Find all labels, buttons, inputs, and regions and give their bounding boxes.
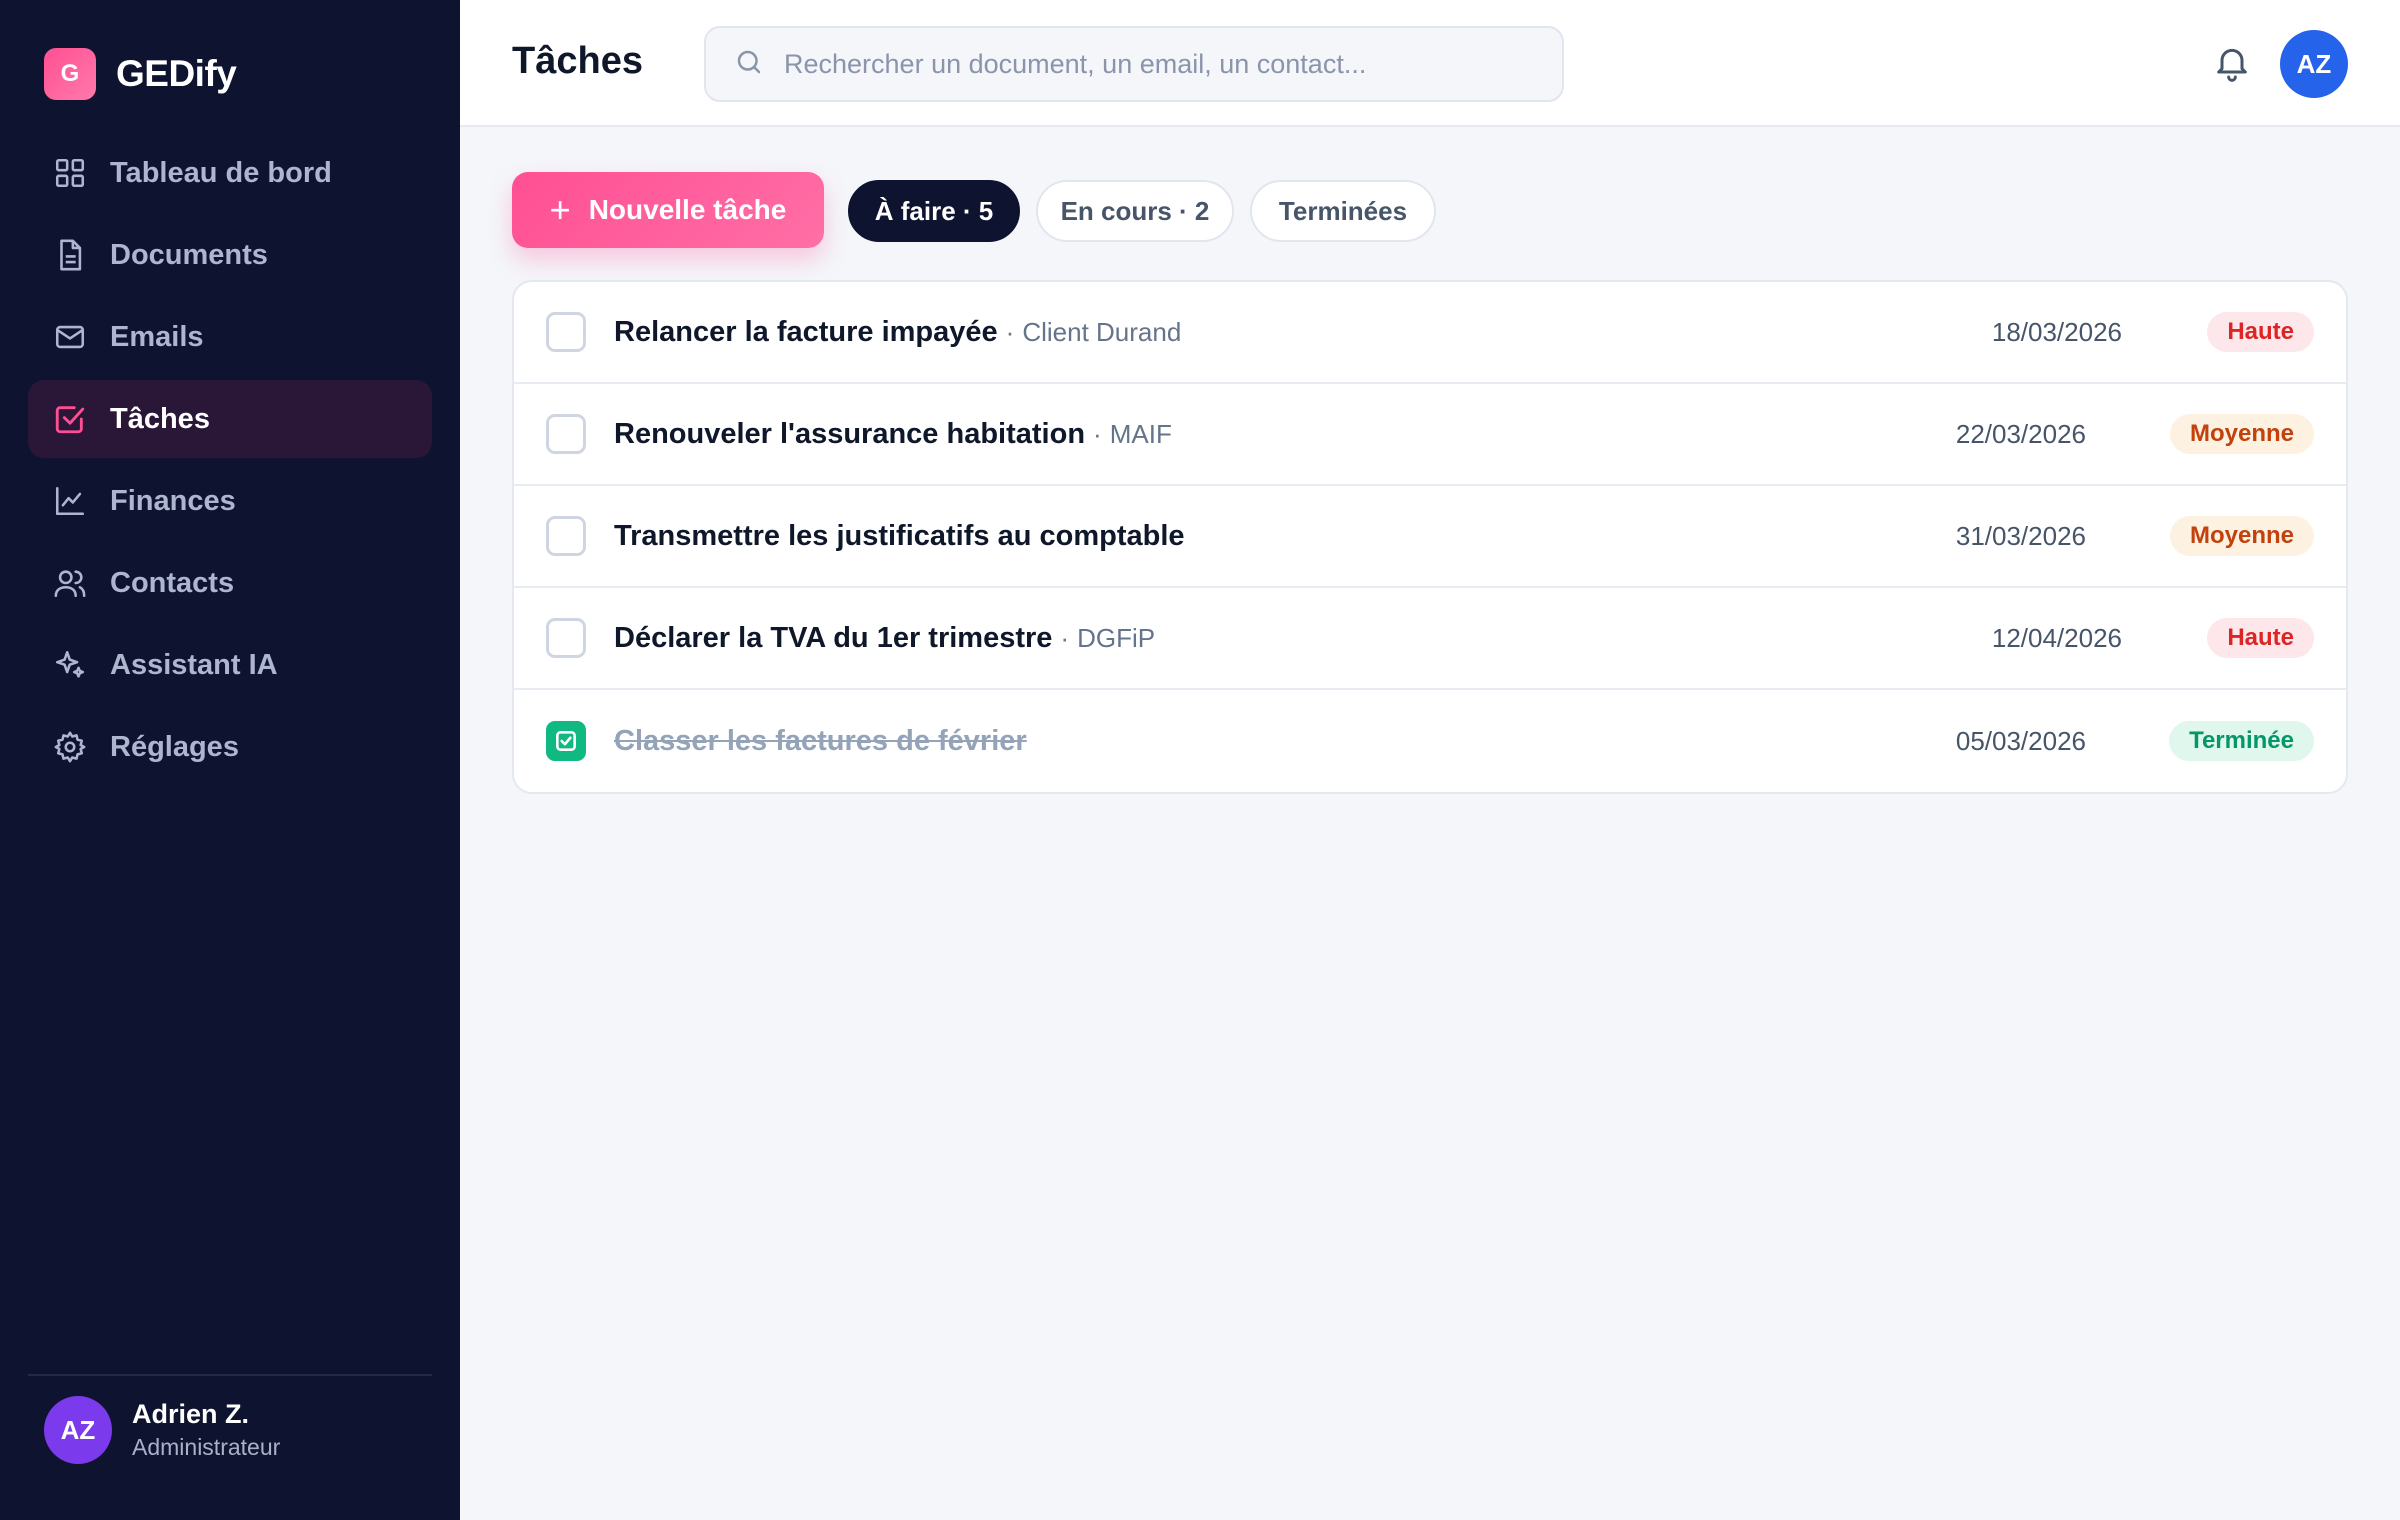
brand-name: GEDify bbox=[116, 53, 237, 94]
sidebar: G GEDify Tableau de bord Documents Email… bbox=[0, 0, 460, 1520]
task-separator: · bbox=[1093, 418, 1102, 449]
sidebar-item-contacts[interactable]: Contacts bbox=[28, 544, 432, 622]
page-title: Tâches bbox=[512, 40, 643, 82]
task-title: Déclarer la TVA du 1er trimestre bbox=[614, 621, 1053, 654]
user-name: Adrien Z. bbox=[132, 1399, 250, 1429]
task-list: Relancer la facture impayée · Client Dur… bbox=[512, 280, 2348, 794]
sidebar-item-reglages[interactable]: Réglages bbox=[28, 708, 432, 786]
task-check-icon bbox=[52, 401, 88, 437]
search-bar[interactable] bbox=[704, 26, 1564, 102]
gear-icon bbox=[52, 729, 88, 765]
task-title: Relancer la facture impayée bbox=[614, 315, 998, 348]
priority-badge: Moyenne bbox=[2169, 516, 2314, 556]
task-title: Renouveler l'assurance habitation bbox=[614, 417, 1086, 450]
task-contact: DGFiP bbox=[1077, 622, 1156, 653]
task-separator: · bbox=[1060, 622, 1070, 653]
task-row[interactable]: Renouveler l'assurance habitation · MAIF… bbox=[514, 384, 2346, 486]
sidebar-item-dashboard[interactable]: Tableau de bord bbox=[28, 134, 432, 212]
sidebar-item-emails[interactable]: Emails bbox=[28, 298, 432, 376]
task-checkbox[interactable] bbox=[546, 618, 586, 658]
search-icon bbox=[734, 47, 764, 82]
task-checkbox[interactable] bbox=[546, 414, 586, 454]
plus-icon: + bbox=[549, 189, 571, 230]
sidebar-item-label: Documents bbox=[110, 238, 268, 271]
sidebar-item-label: Réglages bbox=[110, 730, 239, 763]
users-icon bbox=[52, 565, 88, 601]
priority-badge: Moyenne bbox=[2169, 414, 2314, 454]
sidebar-item-label: Tableau de bord bbox=[110, 156, 332, 189]
task-separator: · bbox=[1005, 316, 1015, 347]
chart-line-icon bbox=[52, 483, 88, 519]
task-row[interactable]: Transmettre les justificatifs au comptab… bbox=[514, 486, 2346, 588]
status-badge: Terminée bbox=[2169, 721, 2314, 761]
sidebar-item-label: Emails bbox=[110, 320, 204, 353]
new-task-label: Nouvelle tâche bbox=[588, 194, 787, 225]
sidebar-item-taches[interactable]: Tâches bbox=[28, 380, 432, 458]
brand[interactable]: G GEDify bbox=[44, 48, 237, 100]
sparkles-icon bbox=[52, 647, 88, 683]
priority-badge: Haute bbox=[2207, 312, 2314, 352]
sidebar-item-assistant-ia[interactable]: Assistant IA bbox=[28, 626, 432, 704]
bell-icon[interactable] bbox=[2212, 40, 2252, 84]
sidebar-item-documents[interactable]: Documents bbox=[28, 216, 432, 294]
task-due-date: 31/03/2026 bbox=[1955, 520, 2086, 551]
task-row[interactable]: Relancer la facture impayée · Client Dur… bbox=[514, 282, 2346, 384]
task-title: Classer les factures de février bbox=[614, 724, 1027, 757]
user-card[interactable]: AZ Adrien Z. Administrateur bbox=[44, 1396, 280, 1464]
task-text: Relancer la facture impayée · Client Dur… bbox=[614, 316, 1181, 349]
task-text: Transmettre les justificatifs au comptab… bbox=[614, 520, 1185, 553]
search-input[interactable] bbox=[784, 48, 1544, 80]
filter-terminees[interactable]: Terminées bbox=[1250, 180, 1436, 242]
dashboard-grid-icon bbox=[52, 155, 88, 191]
task-due-date: 12/04/2026 bbox=[1991, 622, 2122, 653]
task-due-date: 18/03/2026 bbox=[1991, 316, 2122, 347]
sidebar-item-label: Contacts bbox=[110, 566, 235, 599]
top-header: Tâches AZ bbox=[460, 0, 2400, 127]
filter-a-faire[interactable]: À faire · 5 bbox=[848, 180, 1020, 242]
check-icon bbox=[556, 731, 576, 751]
user-role: Administrateur bbox=[132, 1434, 281, 1460]
task-text: Déclarer la TVA du 1er trimestre · DGFiP bbox=[614, 622, 1155, 655]
document-icon bbox=[52, 237, 88, 273]
task-row[interactable]: Déclarer la TVA du 1er trimestre · DGFiP… bbox=[514, 588, 2346, 690]
avatar: AZ bbox=[44, 1396, 112, 1464]
filter-en-cours[interactable]: En cours · 2 bbox=[1036, 180, 1234, 242]
task-row[interactable]: Classer les factures de février 05/03/20… bbox=[514, 690, 2346, 792]
task-text: Classer les factures de février bbox=[614, 725, 1027, 758]
brand-logo: G bbox=[44, 48, 96, 100]
task-checkbox-checked[interactable] bbox=[546, 721, 586, 761]
sidebar-item-finances[interactable]: Finances bbox=[28, 462, 432, 540]
task-checkbox[interactable] bbox=[546, 516, 586, 556]
new-task-button[interactable]: + Nouvelle tâche bbox=[512, 172, 824, 248]
task-contact: Client Durand bbox=[1022, 316, 1182, 347]
mail-icon bbox=[52, 319, 88, 355]
header-avatar[interactable]: AZ bbox=[2280, 30, 2348, 98]
task-checkbox[interactable] bbox=[546, 312, 586, 352]
task-due-date: 05/03/2026 bbox=[1955, 725, 2086, 756]
sidebar-divider bbox=[28, 1374, 432, 1376]
sidebar-item-label: Tâches bbox=[110, 402, 210, 435]
sidebar-item-label: Assistant IA bbox=[110, 648, 278, 681]
task-text: Renouveler l'assurance habitation · MAIF bbox=[614, 418, 1172, 451]
sidebar-item-label: Finances bbox=[110, 484, 236, 517]
user-info: Adrien Z. Administrateur bbox=[132, 1399, 280, 1461]
task-contact: MAIF bbox=[1109, 418, 1172, 449]
task-title: Transmettre les justificatifs au comptab… bbox=[614, 519, 1185, 552]
task-due-date: 22/03/2026 bbox=[1955, 418, 2086, 449]
sidebar-nav: Tableau de bord Documents Emails Tâches … bbox=[28, 134, 432, 790]
priority-badge: Haute bbox=[2207, 618, 2314, 658]
